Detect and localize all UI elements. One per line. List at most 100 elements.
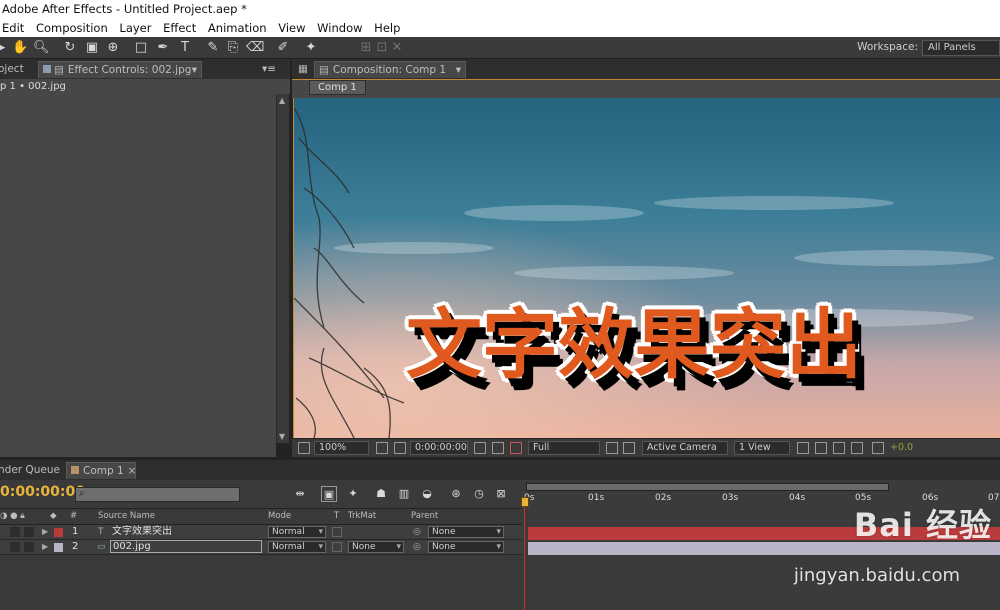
expand-arrow-icon[interactable]: ▶	[42, 540, 48, 554]
chevron-down-icon[interactable]: ▾	[456, 62, 461, 79]
menu-composition[interactable]: Composition	[36, 19, 108, 37]
eraser-tool-icon[interactable]: ⌫	[246, 40, 264, 56]
panel-menu-icon[interactable]: ▾≡	[262, 61, 276, 78]
lock-icon[interactable]: ▤	[54, 64, 64, 76]
fast-previews-icon[interactable]	[815, 442, 827, 454]
preserve-transparency-toggle[interactable]	[332, 542, 342, 552]
resolution-select[interactable]: Full	[528, 441, 600, 455]
camera-tool-icon[interactable]: ▣	[84, 40, 100, 56]
auto-keyframe-icon[interactable]: ◷	[471, 486, 487, 502]
layer-row-1[interactable]: ▶ 1 T 文字效果突出 Normal ◎ None	[0, 525, 522, 540]
roto-brush-tool-icon[interactable]: ✐	[275, 40, 291, 56]
view-layout-select[interactable]: 1 View	[734, 441, 790, 455]
view-axis-icon[interactable]: ✕	[389, 40, 405, 56]
label-color[interactable]	[54, 543, 63, 552]
puppet-pin-tool-icon[interactable]: ✦	[303, 40, 319, 56]
layer-name[interactable]: 002.jpg	[110, 540, 262, 553]
column-parent[interactable]: Parent	[411, 509, 438, 524]
left-scrollbar[interactable]: ▲ ▼	[276, 94, 289, 443]
composition-viewer[interactable]: 文字效果突出	[293, 98, 1000, 438]
menu-edit[interactable]: Edit	[2, 19, 24, 37]
color-channel-icon[interactable]	[510, 442, 522, 454]
menu-help[interactable]: Help	[374, 19, 400, 37]
solo-switch[interactable]	[10, 542, 20, 552]
graph-editor-icon[interactable]: ⊠	[493, 486, 509, 502]
brainstorm-icon[interactable]: ⊛	[448, 486, 464, 502]
grid-guides-icon[interactable]	[376, 442, 388, 454]
menu-animation[interactable]: Animation	[208, 19, 267, 37]
tab-composition[interactable]: ▤ Composition: Comp 1 ▾	[314, 61, 466, 78]
lock-switch[interactable]	[24, 527, 34, 537]
column-source-name[interactable]: Source Name	[98, 509, 155, 524]
column-trkmat[interactable]: TrkMat	[348, 509, 376, 524]
column-mode[interactable]: Mode	[268, 509, 291, 524]
always-preview-icon[interactable]	[298, 442, 310, 454]
current-time-field[interactable]: 0:00:00:00	[410, 441, 468, 455]
reset-exposure-icon[interactable]	[872, 442, 884, 454]
preserve-transparency-toggle[interactable]	[332, 527, 342, 537]
selection-tool-icon[interactable]: ▸	[0, 40, 10, 56]
exposure-value[interactable]: +0.0	[890, 442, 913, 453]
zoom-select[interactable]: 100%	[314, 441, 369, 455]
draft-3d-icon[interactable]: ✦	[345, 486, 361, 502]
menu-effect[interactable]: Effect	[163, 19, 196, 37]
label-color[interactable]	[54, 528, 63, 537]
pixel-aspect-icon[interactable]	[797, 442, 809, 454]
rotate-tool-icon[interactable]: ↻	[62, 40, 78, 56]
brush-tool-icon[interactable]: ✎	[205, 40, 221, 56]
expand-arrow-icon[interactable]: ▶	[42, 525, 48, 539]
live-update-icon[interactable]: ▣	[321, 486, 337, 502]
close-icon[interactable]: ×	[128, 465, 137, 477]
tab-project[interactable]: oject	[0, 61, 24, 78]
chevron-down-icon[interactable]: ▾	[192, 62, 197, 79]
camera-view-select[interactable]: Active Camera	[642, 441, 728, 455]
parent-select[interactable]: None	[428, 526, 504, 538]
menu-window[interactable]: Window	[317, 19, 362, 37]
motion-blur-icon[interactable]: ◒	[419, 486, 435, 502]
snapshot-icon[interactable]	[474, 442, 486, 454]
scroll-down-icon[interactable]: ▼	[279, 432, 285, 441]
hand-tool-icon[interactable]: ✋	[12, 40, 28, 56]
clone-stamp-tool-icon[interactable]: ⎘	[225, 40, 241, 56]
transparency-grid-icon[interactable]	[623, 442, 635, 454]
column-t[interactable]: T	[334, 509, 339, 524]
mask-visibility-icon[interactable]	[394, 442, 406, 454]
lock-switch[interactable]	[24, 542, 34, 552]
workspace-select[interactable]: All Panels	[922, 40, 1000, 56]
hide-shy-layers-icon[interactable]: ☗	[373, 486, 389, 502]
comp-mini-flowchart-icon[interactable]: ⇹	[292, 486, 308, 502]
timeline-toggle-icon[interactable]	[833, 442, 845, 454]
region-of-interest-icon[interactable]	[606, 442, 618, 454]
blend-mode-select[interactable]: Normal	[268, 526, 326, 538]
rectangle-tool-icon[interactable]: □	[133, 40, 149, 56]
scroll-up-icon[interactable]: ▲	[279, 96, 285, 105]
flowchart-icon[interactable]	[851, 442, 863, 454]
pick-whip-icon[interactable]: ◎	[413, 525, 421, 539]
menu-view[interactable]: View	[278, 19, 305, 37]
parent-select[interactable]: None	[428, 541, 504, 553]
tab-effect-controls[interactable]: ▤ Effect Controls: 002.jpg ▾	[38, 61, 202, 78]
layer-row-2[interactable]: ▶ 2 ▭ 002.jpg Normal None ◎ None	[0, 540, 522, 555]
timeline-current-time[interactable]: 0:00:00:00	[0, 484, 85, 500]
blend-mode-select[interactable]: Normal	[268, 541, 326, 553]
pan-behind-tool-icon[interactable]: ⊕	[105, 40, 121, 56]
world-axis-icon[interactable]: ⊡	[374, 40, 390, 56]
tab-comp[interactable]: Comp 1 ×	[66, 462, 136, 479]
pen-tool-icon[interactable]: ✒	[155, 40, 171, 56]
frame-blending-icon[interactable]: ▥	[396, 486, 412, 502]
menu-layer[interactable]: Layer	[119, 19, 151, 37]
text-tool-icon[interactable]: T	[177, 40, 193, 56]
layer-search-input[interactable]: ⌕	[75, 487, 240, 502]
comp-navigator-chip[interactable]: Comp 1	[309, 80, 366, 95]
work-area-bar[interactable]	[526, 483, 889, 491]
show-snapshot-icon[interactable]	[492, 442, 504, 454]
current-time-indicator[interactable]	[524, 500, 525, 610]
track-matte-select[interactable]: None	[348, 541, 404, 553]
zoom-tool-icon[interactable]: 🔍︎	[33, 40, 50, 56]
tab-render-queue[interactable]: nder Queue	[0, 462, 60, 479]
layer-name[interactable]: 文字效果突出	[112, 525, 172, 539]
pick-whip-icon[interactable]: ◎	[413, 540, 421, 554]
current-time-indicator-head[interactable]	[521, 497, 529, 507]
lock-icon[interactable]: ▤	[319, 64, 329, 76]
local-axis-icon[interactable]: ⊞	[358, 40, 374, 56]
